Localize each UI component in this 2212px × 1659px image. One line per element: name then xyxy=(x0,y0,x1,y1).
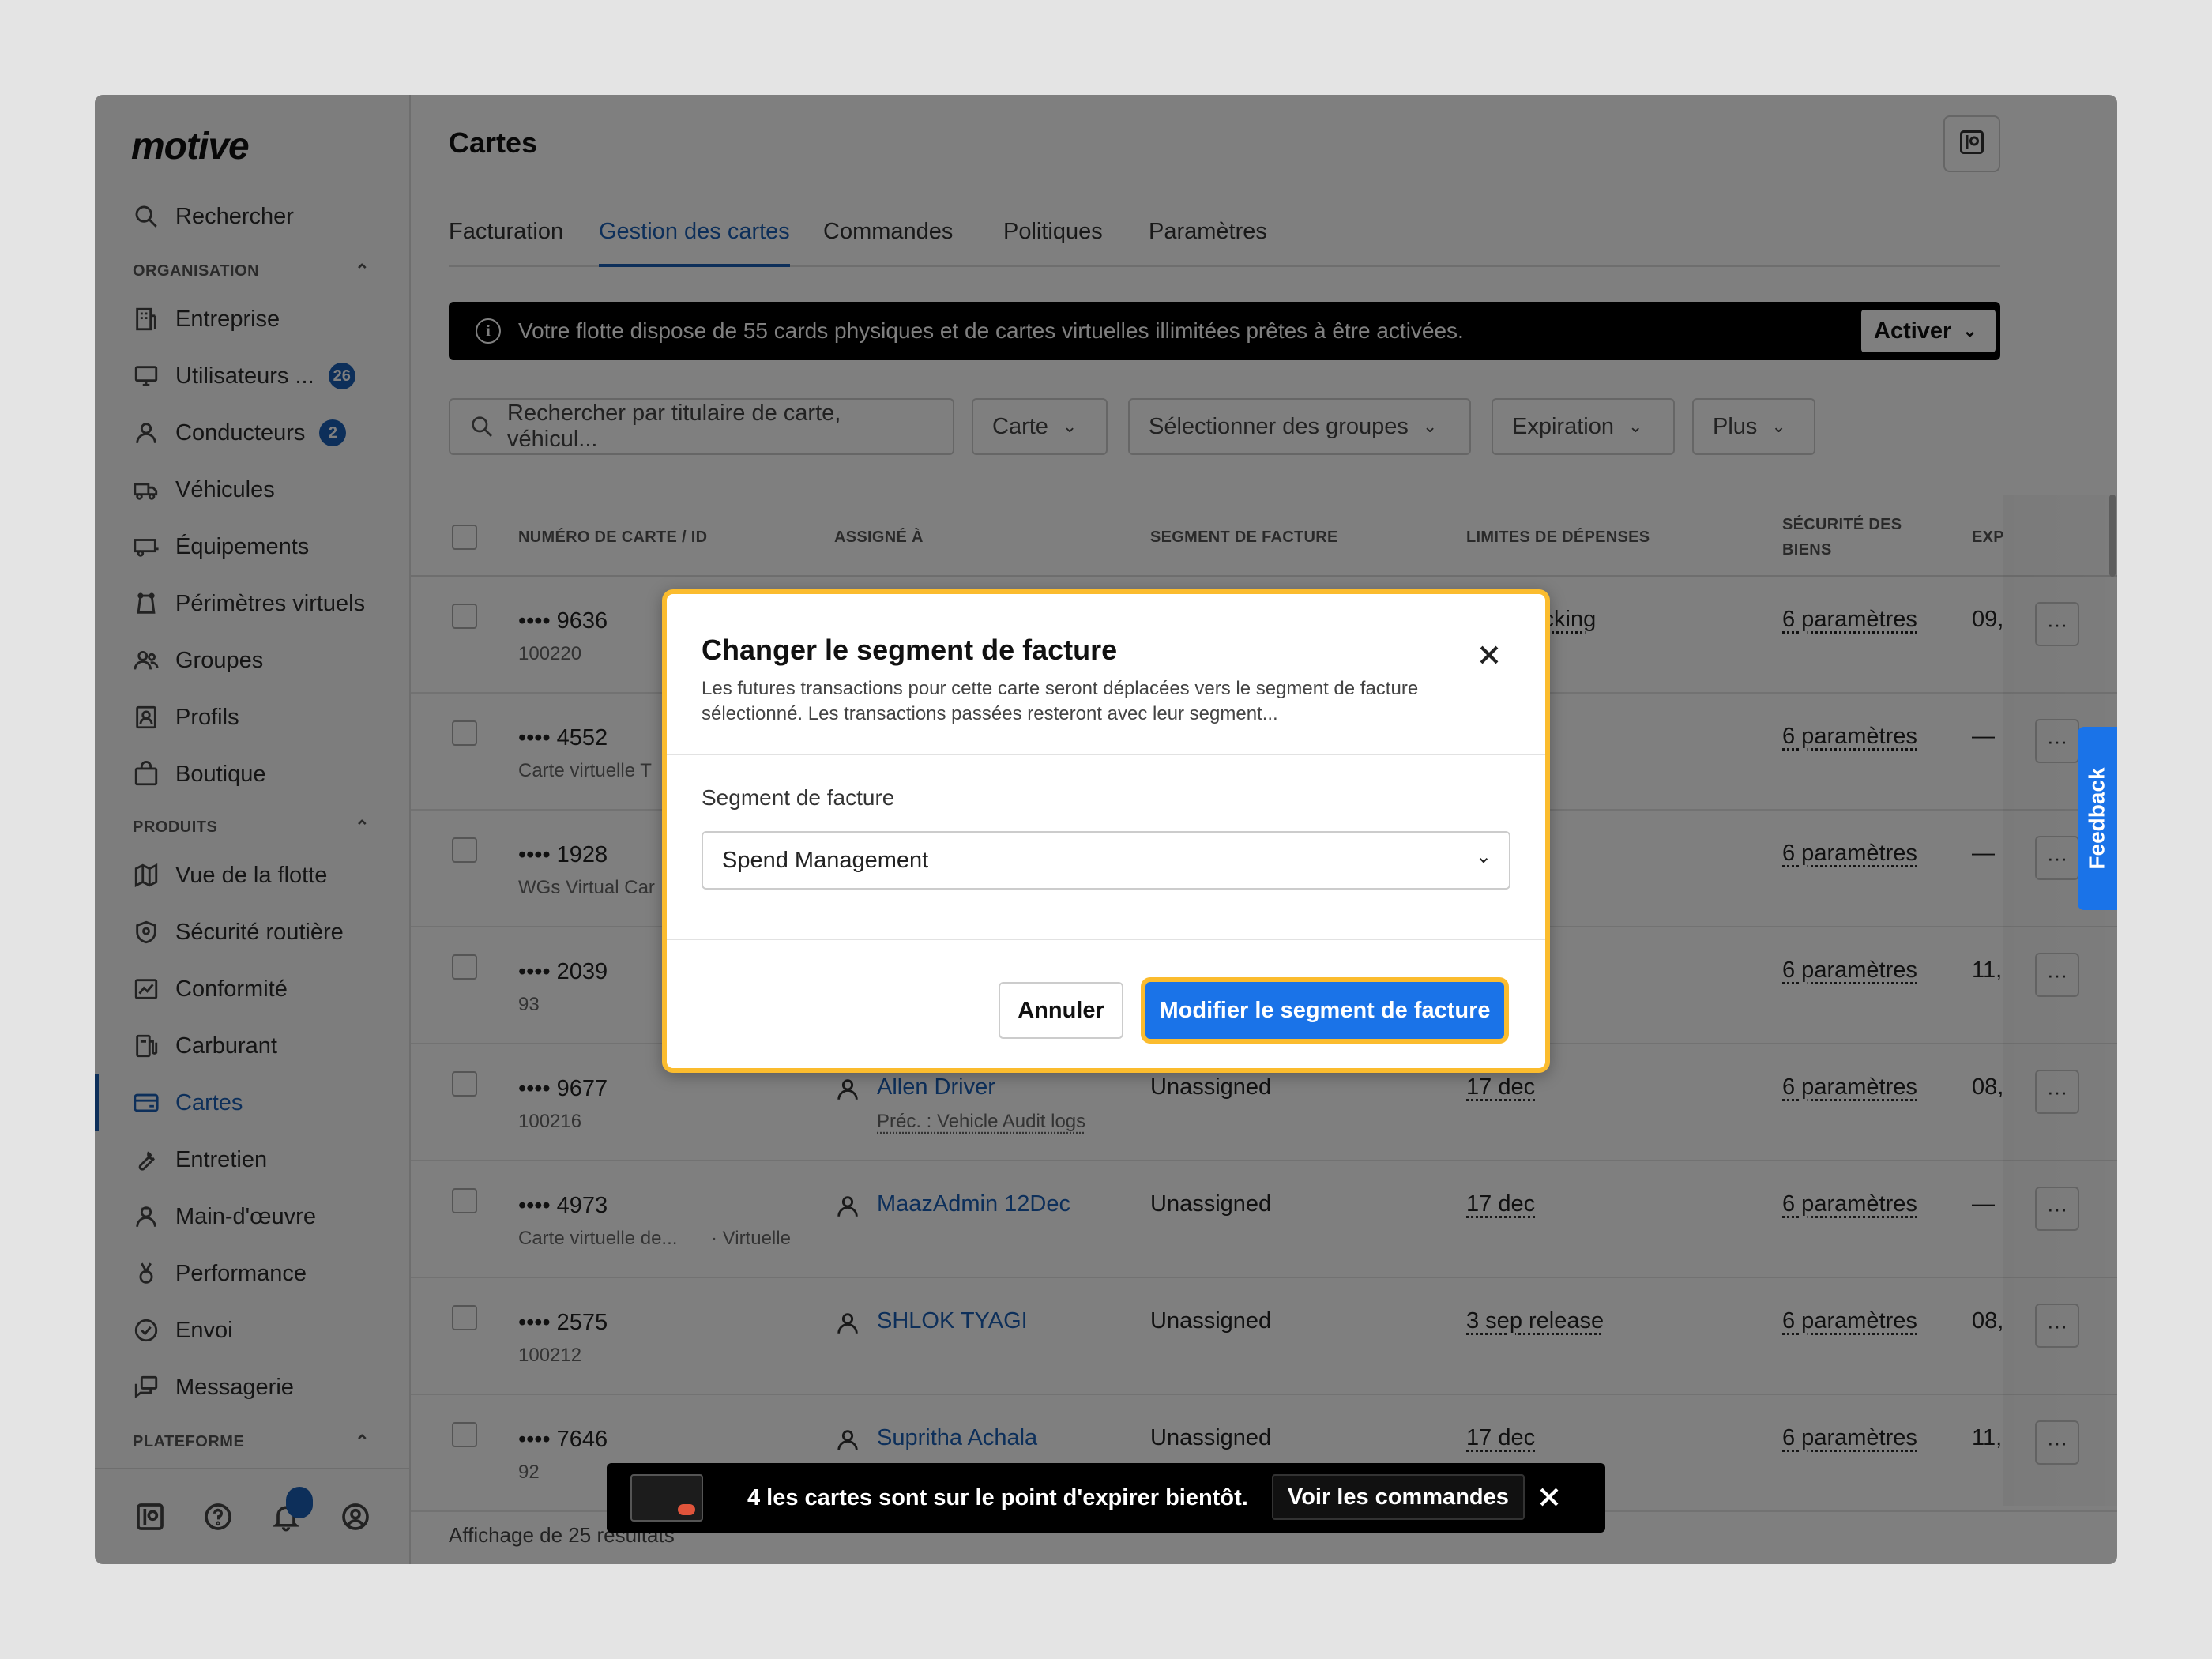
modify-segment-button[interactable]: Modifier le segment de facture xyxy=(1141,977,1509,1044)
mastercard-icon xyxy=(678,1504,695,1515)
view-orders-button[interactable]: Voir les commandes xyxy=(1272,1474,1525,1520)
chevron-down-icon: ⌄ xyxy=(1475,846,1492,867)
expiry-toast: 4 les cartes sont sur le point d'expirer… xyxy=(607,1463,1605,1533)
segment-field-label: Segment de facture xyxy=(702,785,895,810)
divider xyxy=(667,939,1545,940)
toast-message: 4 les cartes sont sur le point d'expirer… xyxy=(747,1484,1248,1510)
close-icon[interactable] xyxy=(1536,1484,1563,1510)
cancel-button[interactable]: Annuler xyxy=(999,982,1123,1039)
close-icon[interactable] xyxy=(1476,641,1503,668)
app-window: motive Rechercher ORGANISATION⌃ PRODUITS… xyxy=(95,95,2117,1564)
dialog-title: Changer le segment de facture xyxy=(702,634,1118,666)
feedback-tab[interactable]: Feedback xyxy=(2078,727,2117,910)
segment-select[interactable]: Spend Management ⌄ xyxy=(702,831,1510,890)
change-segment-dialog: Changer le segment de facture Les future… xyxy=(662,589,1550,1073)
card-thumbnail xyxy=(630,1474,703,1522)
divider xyxy=(667,754,1545,755)
dialog-description: Les futures transactions pour cette cart… xyxy=(702,678,1419,724)
